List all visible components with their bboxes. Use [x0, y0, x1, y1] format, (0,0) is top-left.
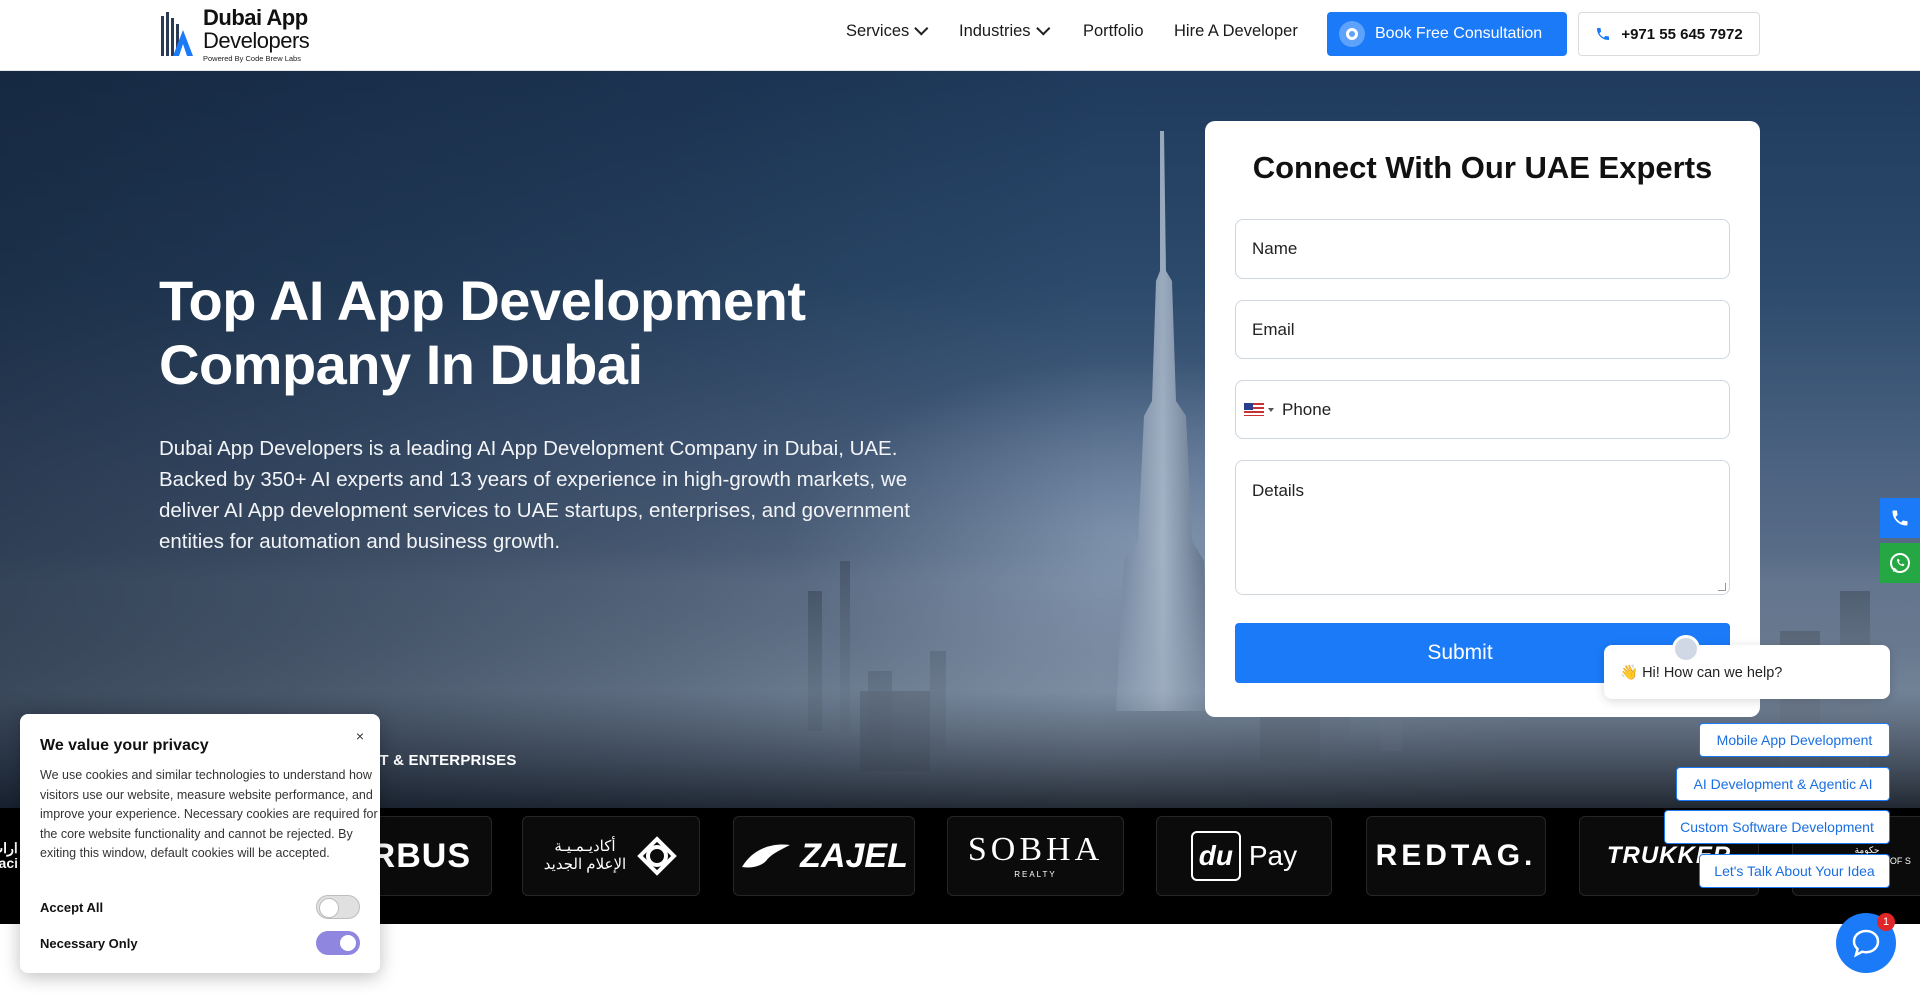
chat-unread-badge: 1 — [1877, 913, 1895, 931]
logo-line-2: Developers — [203, 28, 310, 53]
client-logo-text: أكاديـمـيـة الإعلام الجديد — [543, 838, 627, 873]
client-logo-sobha: SOBHA REALTY — [947, 816, 1124, 896]
client-logo-text: REDTAG. — [1375, 839, 1537, 872]
cookie-description: We use cookies and similar technologies … — [40, 768, 378, 861]
nav-hire-developer[interactable]: Hire A Developer — [1174, 22, 1298, 41]
email-placeholder: Email — [1252, 319, 1295, 339]
side-call-button[interactable] — [1880, 498, 1920, 538]
submit-label: Submit — [1427, 641, 1493, 664]
cookie-option-accept-all: Accept All — [40, 895, 360, 919]
resize-handle-icon[interactable] — [1718, 583, 1726, 591]
phone-icon — [1597, 28, 1610, 40]
quick-reply-mobile-app[interactable]: Mobile App Development — [1699, 723, 1890, 757]
logo-text: Dubai App Developers Powered By Code Bre… — [203, 5, 310, 63]
cookie-title: We value your privacy — [40, 737, 209, 754]
us-flag-icon — [1244, 403, 1264, 416]
hero-title: Top AI App Development Company In Dubai — [159, 269, 806, 396]
logo-tagline: Powered By Code Brew Labs — [203, 54, 301, 63]
details-placeholder: Details — [1252, 481, 1304, 500]
nav-hire-label: Hire A Developer — [1174, 22, 1298, 40]
email-field[interactable]: Email — [1235, 300, 1730, 359]
phone-field[interactable]: Phone — [1235, 380, 1730, 439]
cookie-option-necessary-only: Necessary Only — [40, 931, 360, 955]
accept-all-toggle[interactable] — [316, 895, 360, 919]
client-logo-text: RBUS — [370, 836, 471, 875]
client-logo-du-pay: du Pay — [1156, 816, 1332, 896]
caret-down-icon — [1268, 407, 1274, 412]
cookie-option-label: Necessary Only — [40, 935, 138, 951]
close-icon[interactable]: × — [356, 728, 364, 744]
trust-label: IT & ENTERPRISES — [375, 752, 517, 769]
client-logo-new-media-academy: أكاديـمـيـة الإعلام الجديد — [522, 816, 700, 896]
quick-reply-label: AI Development & Agentic AI — [1693, 776, 1873, 792]
cookie-option-label: Accept All — [40, 899, 104, 915]
nav-services-label: Services — [846, 22, 910, 40]
nav-industries-label: Industries — [959, 22, 1031, 40]
phone-button[interactable]: +971 55 645 7972 — [1578, 12, 1760, 56]
nav-industries[interactable]: Industries — [959, 20, 1050, 41]
phone-icon — [1892, 510, 1908, 526]
logo-mark-icon — [161, 11, 193, 56]
client-logo-text: ارات Faci — [0, 839, 19, 871]
contact-form-card: Connect With Our UAE Experts Name Email … — [1205, 121, 1760, 717]
client-logo-text: Pay — [1248, 840, 1298, 871]
chat-greeting-bubble[interactable]: 👋 Hi! How can we help? — [1604, 645, 1890, 699]
cookie-consent-panel: × We value your privacy We use cookies a… — [20, 714, 380, 973]
chat-greeting-text: 👋 Hi! How can we help? — [1620, 664, 1783, 681]
necessary-only-toggle[interactable] — [316, 931, 360, 955]
site-logo[interactable]: Dubai App Developers Powered By Code Bre… — [159, 5, 310, 63]
client-logo-zajel: ZAJEL — [733, 816, 915, 896]
form-title: Connect With Our UAE Experts — [1252, 150, 1713, 185]
nav-services[interactable]: Services — [846, 20, 929, 41]
phone-placeholder: Phone — [1282, 399, 1332, 419]
phone-label: +971 55 645 7972 — [1621, 25, 1743, 43]
country-code-selector[interactable] — [1244, 403, 1274, 416]
name-placeholder: Name — [1252, 239, 1298, 258]
chevron-down-icon — [1035, 20, 1050, 36]
site-header: Dubai App Developers Powered By Code Bre… — [0, 0, 1920, 71]
hero-description: Dubai App Developers is a leading AI App… — [159, 437, 910, 553]
quick-reply-label: Let's Talk About Your Idea — [1714, 863, 1875, 879]
consult-label: Book Free Consultation — [1375, 25, 1543, 42]
quick-reply-talk-idea[interactable]: Let's Talk About Your Idea — [1699, 854, 1890, 888]
client-logo-subtext: REALTY — [1014, 870, 1057, 879]
name-field[interactable]: Name — [1235, 219, 1730, 279]
chat-icon — [1852, 929, 1880, 958]
client-logo-text: ZAJEL — [800, 836, 908, 875]
client-logo-text: SOBHA — [967, 831, 1104, 868]
nav-portfolio[interactable]: Portfolio — [1083, 22, 1144, 41]
details-textarea[interactable]: Details — [1235, 460, 1730, 595]
quick-reply-ai-development[interactable]: AI Development & Agentic AI — [1676, 767, 1890, 801]
logo-line-1: Dubai App — [203, 5, 308, 30]
whatsapp-icon — [1890, 553, 1910, 573]
quick-reply-custom-software[interactable]: Custom Software Development — [1664, 810, 1890, 844]
side-whatsapp-button[interactable] — [1880, 543, 1920, 583]
quick-reply-label: Mobile App Development — [1716, 732, 1873, 748]
quick-reply-label: Custom Software Development — [1680, 819, 1874, 835]
knot-logo-icon — [637, 836, 678, 876]
client-logo-redtag: REDTAG. — [1366, 816, 1546, 896]
book-consultation-button[interactable]: Book Free Consultation — [1327, 12, 1567, 56]
chevron-down-icon — [914, 20, 929, 36]
record-icon — [1339, 21, 1365, 47]
zajel-bird-icon — [742, 844, 791, 868]
nav-portfolio-label: Portfolio — [1083, 22, 1144, 40]
du-logo-icon: du — [1190, 831, 1241, 881]
chat-agent-avatar — [1672, 635, 1700, 663]
